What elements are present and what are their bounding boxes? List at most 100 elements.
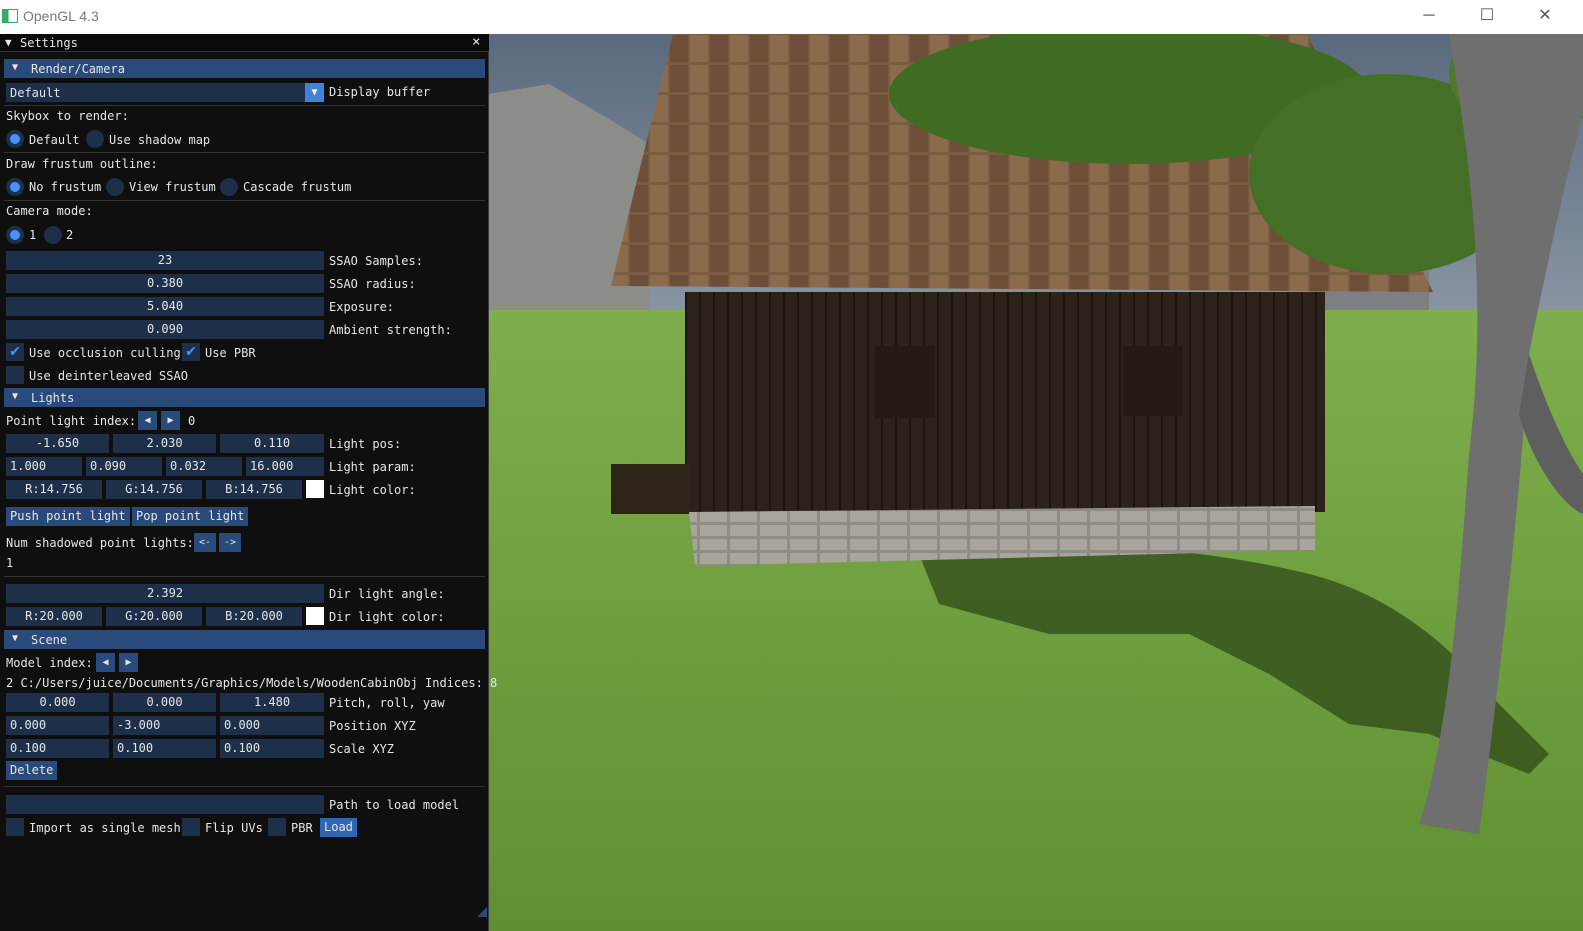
dir-color-b[interactable]: B:20.000 bbox=[206, 607, 302, 626]
model-next-button[interactable]: ▶ bbox=[119, 653, 138, 672]
push-point-light-button[interactable]: Push point light bbox=[6, 507, 130, 526]
light-color-r[interactable]: R:14.756 bbox=[6, 480, 102, 499]
rotation-yaw[interactable]: 1.480 bbox=[220, 693, 324, 712]
load-path-input[interactable] bbox=[6, 795, 324, 814]
light-pos-z[interactable]: 0.110 bbox=[220, 434, 324, 453]
light-pos-y[interactable]: 2.030 bbox=[113, 434, 216, 453]
radio-label: Cascade frustum bbox=[243, 180, 352, 194]
resize-grip-icon[interactable] bbox=[477, 907, 487, 917]
cascade-frustum-radio[interactable] bbox=[220, 178, 238, 196]
flip-uvs-checkbox[interactable] bbox=[182, 818, 200, 836]
light-param-quadratic[interactable]: 0.032 bbox=[166, 457, 242, 476]
light-color-b[interactable]: B:14.756 bbox=[206, 480, 302, 499]
rotation-label: Pitch, roll, yaw bbox=[329, 696, 445, 710]
radio-label: Use shadow map bbox=[109, 133, 211, 147]
point-light-prev-button[interactable]: ◀ bbox=[138, 411, 157, 430]
num-shadowed-dec-button[interactable]: <- bbox=[194, 533, 216, 552]
camera-mode-1-radio[interactable] bbox=[6, 226, 24, 244]
minimize-button[interactable]: ─ bbox=[1400, 0, 1458, 34]
radio-label: 2 bbox=[66, 228, 74, 242]
single-mesh-checkbox[interactable] bbox=[6, 818, 24, 836]
scale-z[interactable]: 0.100 bbox=[220, 739, 324, 758]
ssao-samples-slider[interactable]: 23 bbox=[6, 251, 324, 270]
skybox-label: Skybox to render: bbox=[6, 109, 129, 123]
combo-value: Default bbox=[10, 86, 61, 100]
panel-close-icon[interactable]: × bbox=[472, 34, 480, 50]
header-lights[interactable]: ▼ Lights bbox=[4, 388, 485, 407]
light-color-label: Light color: bbox=[329, 483, 416, 497]
checkbox-label: Import as single mesh bbox=[29, 821, 181, 835]
chevron-down-icon[interactable]: ▼ bbox=[305, 83, 324, 102]
model-info: 2 C:/Users/juice/Documents/Graphics/Mode… bbox=[6, 676, 498, 690]
header-scene[interactable]: ▼ Scene bbox=[4, 630, 485, 649]
scale-y[interactable]: 0.100 bbox=[113, 739, 216, 758]
frustum-label: Draw frustum outline: bbox=[6, 157, 158, 171]
dir-light-color-swatch[interactable] bbox=[306, 607, 324, 625]
pop-point-light-button[interactable]: Pop point light bbox=[132, 507, 249, 526]
separator bbox=[4, 786, 485, 787]
display-buffer-label: Display buffer bbox=[329, 85, 431, 99]
load-model-button[interactable]: Load bbox=[320, 818, 357, 837]
num-shadowed-value: 1 bbox=[6, 556, 14, 570]
pbr-checkbox[interactable] bbox=[268, 818, 286, 836]
point-light-index-value: 0 bbox=[188, 414, 196, 428]
radio-label: Default bbox=[29, 133, 80, 147]
load-path-label: Path to load model bbox=[329, 798, 460, 812]
display-buffer-combo[interactable]: Default ▼ bbox=[6, 83, 324, 102]
camera-mode-label: Camera mode: bbox=[6, 204, 93, 218]
camera-mode-2-radio[interactable] bbox=[44, 226, 62, 244]
ambient-label: Ambient strength: bbox=[329, 323, 452, 337]
view-frustum-radio[interactable] bbox=[106, 178, 124, 196]
header-label: Render/Camera bbox=[31, 62, 125, 76]
ssao-radius-slider[interactable]: 0.380 bbox=[6, 274, 324, 293]
rotation-roll[interactable]: 0.000 bbox=[113, 693, 216, 712]
separator bbox=[4, 105, 485, 106]
maximize-button[interactable]: ☐ bbox=[1458, 0, 1516, 34]
scale-x[interactable]: 0.100 bbox=[6, 739, 109, 758]
expand-triangle-icon: ▼ bbox=[12, 62, 19, 73]
ssao-samples-label: SSAO Samples: bbox=[329, 254, 423, 268]
light-color-swatch[interactable] bbox=[306, 480, 324, 498]
position-x[interactable]: 0.000 bbox=[6, 716, 109, 735]
panel-title: Settings bbox=[20, 36, 78, 50]
ambient-slider[interactable]: 0.090 bbox=[6, 320, 324, 339]
panel-titlebar[interactable]: ▼ Settings × bbox=[0, 34, 489, 52]
no-frustum-radio[interactable] bbox=[6, 178, 24, 196]
collapse-triangle-icon[interactable]: ▼ bbox=[5, 36, 12, 49]
num-shadowed-inc-button[interactable]: -> bbox=[219, 533, 241, 552]
light-color-g[interactable]: G:14.756 bbox=[106, 480, 202, 499]
checkbox-label: Use deinterleaved SSAO bbox=[29, 369, 188, 383]
light-param-linear[interactable]: 0.090 bbox=[86, 457, 162, 476]
skybox-default-radio[interactable] bbox=[6, 130, 24, 148]
light-param-constant[interactable]: 1.000 bbox=[6, 457, 82, 476]
light-pos-x[interactable]: -1.650 bbox=[6, 434, 109, 453]
ssao-radius-label: SSAO radius: bbox=[329, 277, 416, 291]
separator bbox=[4, 152, 485, 153]
occlusion-culling-checkbox[interactable]: ✔ bbox=[6, 343, 24, 361]
skybox-shadowmap-radio[interactable] bbox=[86, 130, 104, 148]
position-z[interactable]: 0.000 bbox=[220, 716, 324, 735]
radio-label: No frustum bbox=[29, 180, 102, 194]
position-label: Position XYZ bbox=[329, 719, 416, 733]
model-prev-button[interactable]: ◀ bbox=[96, 653, 115, 672]
render-viewport[interactable] bbox=[489, 34, 1583, 931]
expand-triangle-icon: ▼ bbox=[12, 633, 19, 644]
delete-model-button[interactable]: Delete bbox=[6, 761, 58, 780]
exposure-slider[interactable]: 5.040 bbox=[6, 297, 324, 316]
header-label: Scene bbox=[31, 633, 68, 647]
rotation-pitch[interactable]: 0.000 bbox=[6, 693, 109, 712]
position-y[interactable]: -3.000 bbox=[113, 716, 216, 735]
header-label: Lights bbox=[31, 391, 75, 405]
point-light-next-button[interactable]: ▶ bbox=[161, 411, 180, 430]
deinterleaved-ssao-checkbox[interactable] bbox=[6, 366, 24, 384]
close-window-button[interactable]: ✕ bbox=[1516, 0, 1574, 34]
dir-color-g[interactable]: G:20.000 bbox=[106, 607, 202, 626]
use-pbr-checkbox[interactable]: ✔ bbox=[182, 343, 200, 361]
dir-color-r[interactable]: R:20.000 bbox=[6, 607, 102, 626]
dir-light-color-label: Dir light color: bbox=[329, 610, 445, 624]
exposure-label: Exposure: bbox=[329, 300, 395, 314]
light-param-radius[interactable]: 16.000 bbox=[246, 457, 324, 476]
header-render-camera[interactable]: ▼ Render/Camera bbox=[4, 59, 485, 78]
dir-light-angle-slider[interactable]: 2.392 bbox=[6, 584, 324, 603]
window-titlebar: OpenGL 4.3 ─ ☐ ✕ bbox=[0, 0, 1583, 34]
